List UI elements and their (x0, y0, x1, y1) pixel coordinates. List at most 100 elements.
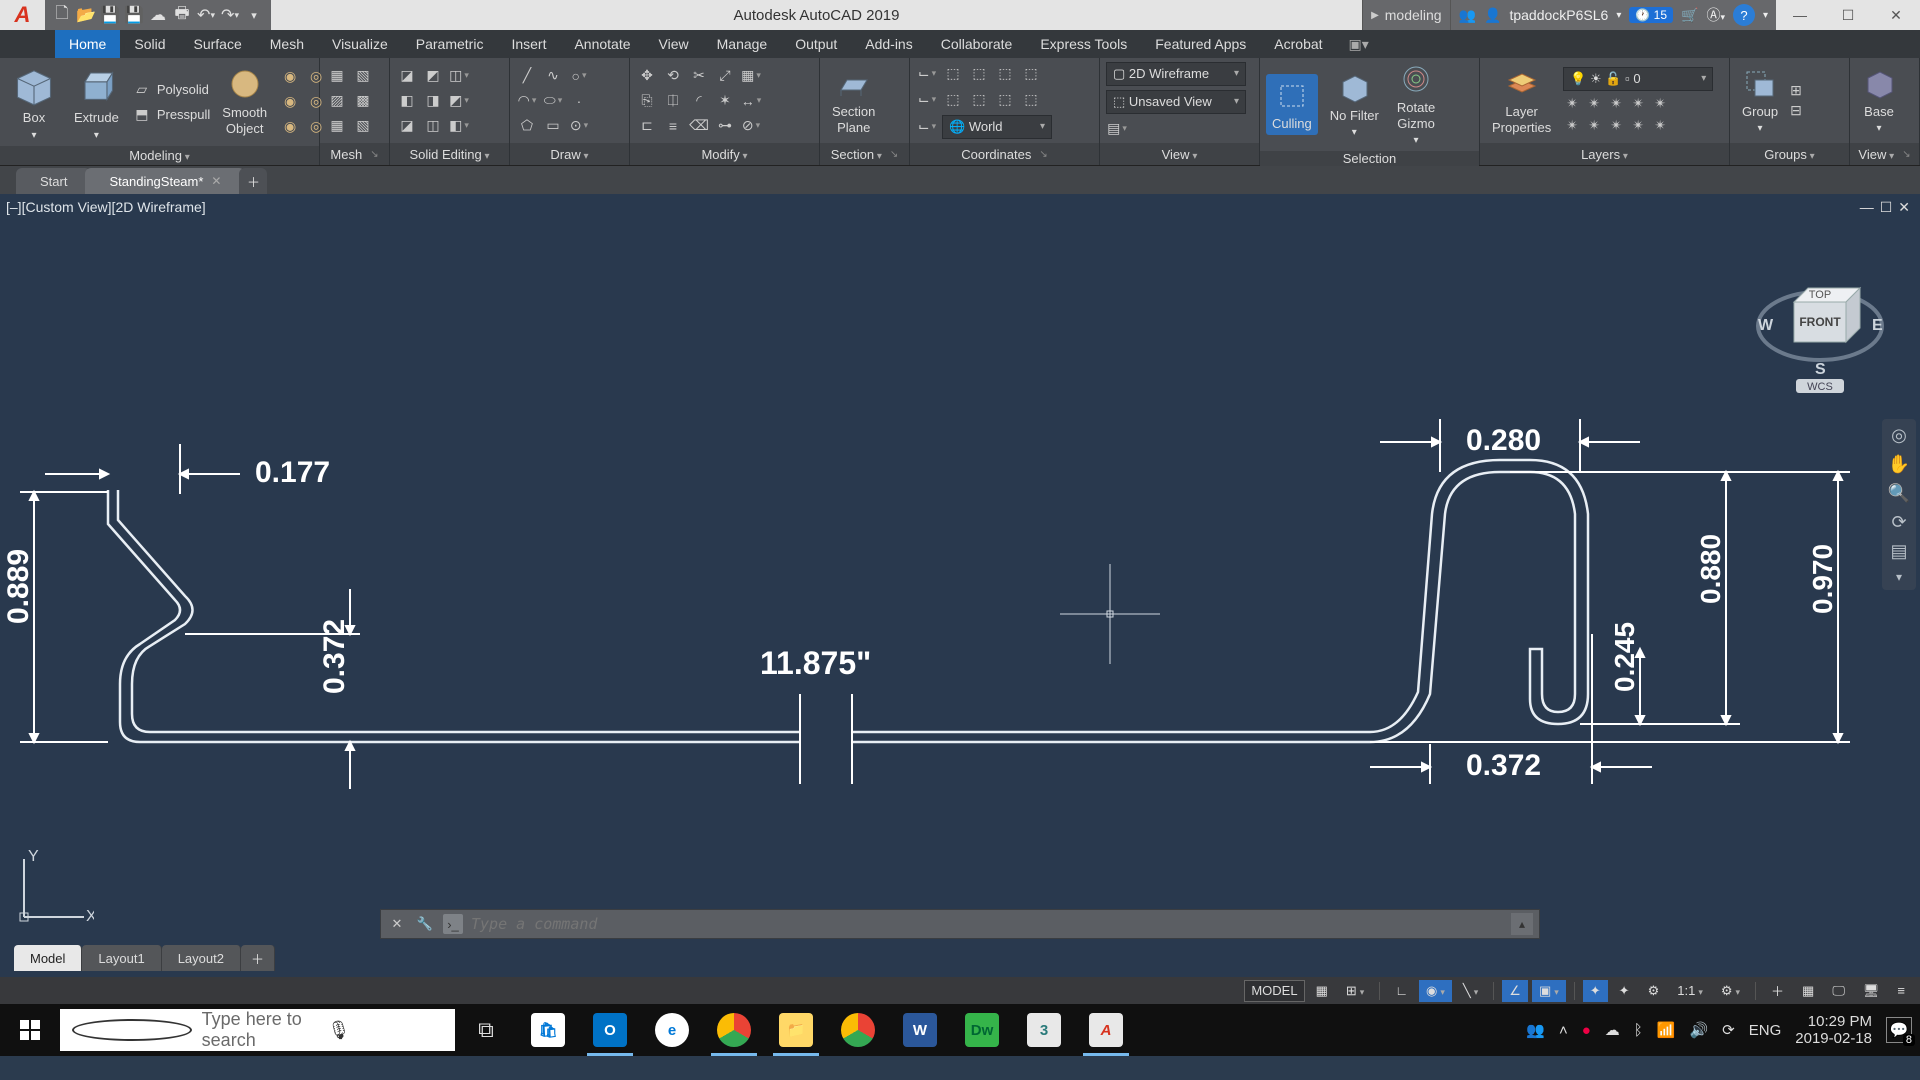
li7[interactable]: ✴ (1585, 117, 1603, 135)
status-dyn-icon[interactable]: ✦ (1583, 980, 1608, 1002)
tab-addins[interactable]: Add-ins (851, 30, 926, 58)
app-store-icon[interactable]: Ⓐ▾ (1706, 5, 1725, 25)
tray-volume-icon[interactable]: 🔊 (1689, 1021, 1708, 1039)
se3[interactable]: ◫ (448, 65, 470, 87)
tray-bluetooth-icon[interactable]: ᛒ (1634, 1022, 1643, 1039)
stretch-icon[interactable]: ↔ (740, 90, 762, 112)
cart-icon[interactable]: 🛒 (1681, 7, 1698, 24)
status-3dosnap-icon[interactable]: ▣ (1532, 980, 1566, 1002)
vp-maximize-icon[interactable]: ☐ (1880, 199, 1893, 216)
extrude-button[interactable]: Extrude▾ (68, 60, 125, 144)
drawing-area[interactable]: [–][Custom View][2D Wireframe] — ☐ ✕ 0.1… (0, 194, 1920, 977)
nofilter-button[interactable]: No Filter▾ (1324, 68, 1385, 142)
tray-lang[interactable]: ENG (1749, 1022, 1782, 1039)
tab-output[interactable]: Output (781, 30, 851, 58)
status-hw-icon[interactable]: 🖥 (1856, 980, 1887, 1002)
ucs-ico11[interactable]: ⌙ (916, 116, 938, 138)
viewport-label[interactable]: [–][Custom View][2D Wireframe] (6, 199, 206, 215)
status-menu-icon[interactable]: ≡ (1890, 980, 1912, 1002)
chrome-icon[interactable] (703, 1004, 765, 1056)
draw-arc-icon[interactable]: ◠ (516, 90, 538, 112)
ucs-ico1[interactable]: ⌙ (916, 63, 938, 85)
li8[interactable]: ✴ (1607, 117, 1625, 135)
status-snap-icon[interactable]: ⊞ (1339, 980, 1371, 1002)
se6[interactable]: ◩ (448, 90, 470, 112)
tab-visualize[interactable]: Visualize (318, 30, 402, 58)
ucs-ico5[interactable]: ⬚ (1020, 63, 1042, 85)
array-icon[interactable]: ▦ (740, 65, 762, 87)
3dsmax-icon[interactable]: 3 (1013, 1004, 1075, 1056)
draw-helix-icon[interactable]: ⊙ (568, 115, 590, 137)
tray-onedrive-icon[interactable]: ☁ (1605, 1021, 1620, 1039)
vp-close-icon[interactable]: ✕ (1898, 199, 1910, 216)
outlook-icon[interactable]: O (579, 1004, 641, 1056)
ucs-ico10[interactable]: ⬚ (1020, 89, 1042, 111)
status-gear-icon[interactable]: ⚙ (1714, 980, 1747, 1002)
offset-icon[interactable]: ⊏ (636, 115, 658, 137)
se4[interactable]: ◧ (396, 90, 418, 112)
signin-icon[interactable]: 👥 (1459, 7, 1476, 24)
nav-more-icon[interactable]: ▾ (1896, 570, 1902, 584)
view-ico[interactable]: ▤ (1106, 118, 1128, 140)
li3[interactable]: ✴ (1607, 95, 1625, 113)
grp-ico1[interactable]: ⊞ (1790, 82, 1802, 99)
li2[interactable]: ✴ (1585, 95, 1603, 113)
presspull-button[interactable]: ⬒Presspull (131, 103, 210, 125)
li1[interactable]: ✴ (1563, 95, 1581, 113)
scale-icon[interactable]: ⤢ (714, 65, 736, 87)
status-scale[interactable]: 1:1 (1670, 980, 1710, 1002)
saved-view-dropdown[interactable]: ⬚ Unsaved View▾ (1106, 90, 1246, 114)
mesh-ico5[interactable]: ◉ (279, 116, 301, 138)
mesh-btn5[interactable]: ▦ (326, 115, 348, 137)
dreamweaver-icon[interactable]: Dw (951, 1004, 1013, 1056)
status-ortho-icon[interactable]: ∟ (1388, 980, 1415, 1002)
panel-modify-title[interactable]: Modify (701, 147, 747, 162)
mesh-ico1[interactable]: ◉ (279, 66, 301, 88)
status-ws-icon[interactable]: 🖵 (1825, 980, 1852, 1002)
status-osnap-icon[interactable]: ∠ (1502, 980, 1528, 1002)
word-icon[interactable]: W (889, 1004, 951, 1056)
base-button[interactable]: Base▾ (1856, 64, 1902, 138)
nav-zoom-icon[interactable]: 🔍 (1888, 483, 1910, 504)
cmd-wrench-icon[interactable]: 🔧 (415, 914, 435, 934)
nav-wheel-icon[interactable]: ◎ (1891, 425, 1907, 446)
maximize-button[interactable]: ☐ (1824, 0, 1872, 30)
se9[interactable]: ◧ (448, 115, 470, 137)
draw-polygon-icon[interactable]: ⬠ (516, 115, 538, 137)
explorer-icon[interactable]: 📁 (765, 1004, 827, 1056)
tab-express[interactable]: Express Tools (1026, 30, 1141, 58)
grp-ico2[interactable]: ⊟ (1790, 102, 1802, 119)
layout-add[interactable]: ＋ (241, 945, 275, 971)
tray-sync-icon[interactable]: ⟳ (1722, 1021, 1735, 1039)
ucs-ico8[interactable]: ⬚ (968, 89, 990, 111)
quick-search[interactable]: ▶ modeling (1362, 0, 1451, 30)
tab-featured[interactable]: Featured Apps (1141, 30, 1260, 58)
tab-mesh[interactable]: Mesh (256, 30, 318, 58)
chrome2-icon[interactable] (827, 1004, 889, 1056)
se8[interactable]: ◫ (422, 115, 444, 137)
status-model[interactable]: MODEL (1244, 980, 1304, 1002)
li9[interactable]: ✴ (1629, 117, 1647, 135)
panel-draw-title[interactable]: Draw (550, 147, 588, 162)
cmd-expand-icon[interactable]: ▴ (1511, 913, 1533, 935)
help-icon[interactable]: ? (1733, 4, 1755, 26)
user-avatar-icon[interactable]: 👤 (1484, 7, 1501, 24)
qat-save-icon[interactable]: 💾 (99, 4, 121, 26)
ucs-ico7[interactable]: ⬚ (942, 89, 964, 111)
tab-solid[interactable]: Solid (120, 30, 179, 58)
panel-groups-title[interactable]: Groups (1764, 147, 1814, 162)
qat-new-icon[interactable]: 🗋 (51, 4, 73, 26)
layout-1[interactable]: Layout1 (82, 945, 161, 971)
doctab-start[interactable]: Start (16, 168, 91, 194)
layout-model[interactable]: Model (14, 945, 82, 971)
user-name[interactable]: tpaddockP6SL6 (1509, 7, 1608, 23)
close-button[interactable]: ✕ (1872, 0, 1920, 30)
qat-saveas-icon[interactable]: 💾 (123, 4, 145, 26)
li6[interactable]: ✴ (1563, 117, 1581, 135)
tray-chevron-icon[interactable]: ˄ (1559, 1022, 1568, 1039)
mirror-icon[interactable]: ⎅ (662, 90, 684, 112)
qat-open-icon[interactable]: 📂 (75, 4, 97, 26)
mesh-btn2[interactable]: ▧ (352, 65, 374, 87)
doctab-new[interactable]: ＋ (239, 168, 267, 194)
se2[interactable]: ◩ (422, 65, 444, 87)
